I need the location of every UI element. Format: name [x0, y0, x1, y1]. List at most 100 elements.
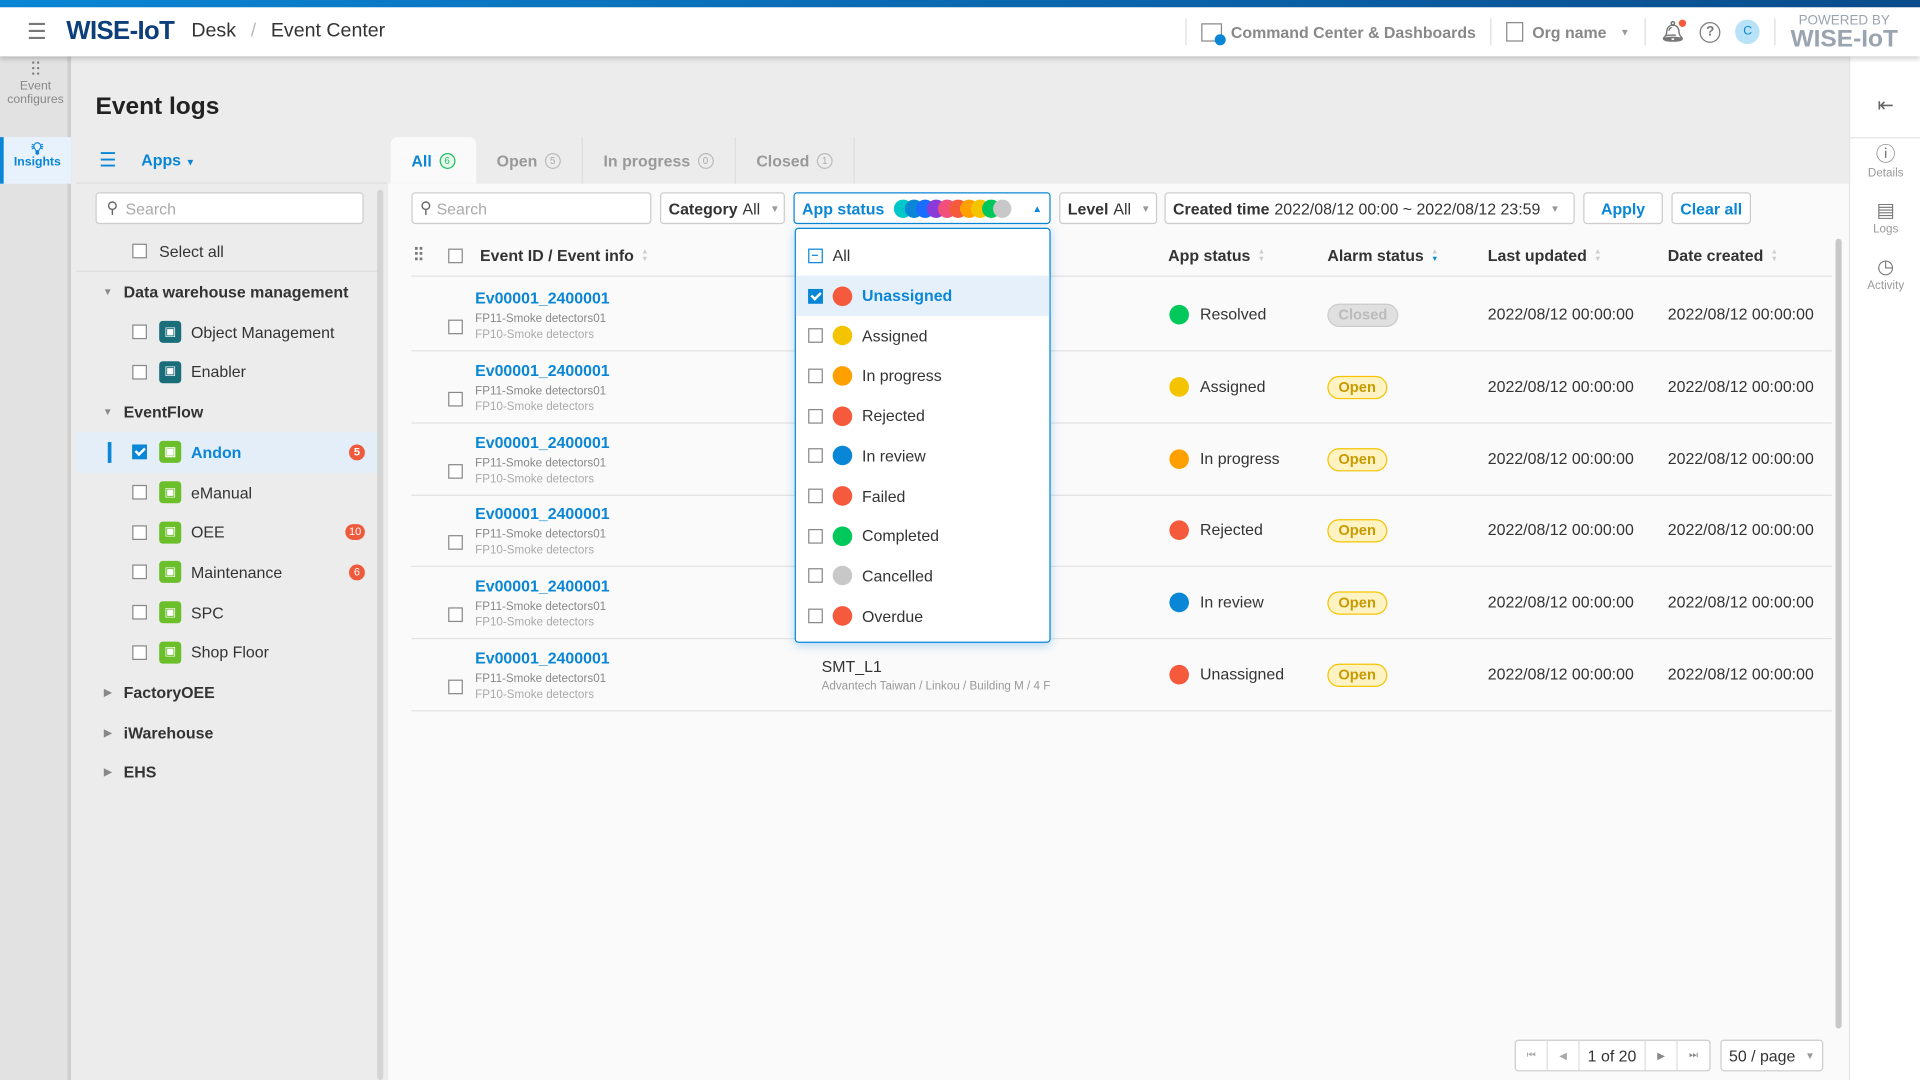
- option-checkbox[interactable]: [808, 528, 823, 544]
- col-alarm-status[interactable]: Alarm status ▲ ▼: [1327, 235, 1438, 275]
- last-page-button[interactable]: ⏭: [1678, 1041, 1710, 1070]
- table-row[interactable]: Ev00001_2400001 FP11-Smoke detectors01 FP1…: [411, 495, 1832, 568]
- app-checkbox[interactable]: [132, 484, 147, 500]
- table-row[interactable]: Ev00001_2400001 FP11-Smoke detectors01 FP1…: [411, 279, 1832, 352]
- list-icon[interactable]: ☰: [99, 148, 117, 172]
- dropdown-option[interactable]: Failed: [796, 476, 1049, 516]
- org-selector[interactable]: Org name ▼: [1506, 22, 1630, 42]
- dropdown-option[interactable]: Cancelled: [796, 556, 1049, 596]
- row-checkbox[interactable]: [448, 607, 463, 623]
- rail-logs[interactable]: ▤ Logs: [1850, 201, 1920, 237]
- event-id-link[interactable]: Ev00001_2400001: [475, 433, 610, 451]
- rail-activity[interactable]: ◷ Activity: [1850, 257, 1920, 293]
- dropdown-option[interactable]: Completed: [796, 516, 1049, 556]
- tree-item[interactable]: ▣ Object Management: [76, 312, 377, 352]
- option-checkbox[interactable]: [808, 408, 823, 424]
- category-filter[interactable]: Category All ▼: [660, 192, 785, 225]
- dropdown-option[interactable]: Overdue: [796, 596, 1049, 636]
- select-all-checkbox[interactable]: [132, 243, 147, 259]
- event-id-link[interactable]: Ev00001_2400001: [475, 505, 610, 523]
- dropdown-option[interactable]: In review: [796, 436, 1049, 476]
- tab-all[interactable]: All 6: [390, 137, 476, 184]
- app-checkbox[interactable]: [132, 524, 147, 540]
- event-id-link[interactable]: Ev00001_2400001: [475, 649, 610, 667]
- option-checkbox[interactable]: [808, 568, 823, 584]
- clear-all-button[interactable]: Clear all: [1671, 192, 1752, 225]
- tree-item[interactable]: ▣ eManual: [76, 472, 377, 512]
- option-checkbox[interactable]: [808, 488, 823, 504]
- app-checkbox[interactable]: [132, 364, 147, 380]
- apps-scrollbar[interactable]: [377, 189, 384, 1080]
- apps-search-input[interactable]: ⚲ Search: [95, 192, 364, 225]
- caret-right-icon[interactable]: ▶: [92, 767, 124, 778]
- first-page-button[interactable]: ⏮: [1516, 1040, 1548, 1071]
- event-id-link[interactable]: Ev00001_2400001: [475, 289, 610, 307]
- row-checkbox[interactable]: [448, 679, 463, 695]
- event-id-link[interactable]: Ev00001_2400001: [475, 361, 610, 379]
- tab-open[interactable]: Open 5: [476, 137, 583, 184]
- rail-details[interactable]: ⓘ Details: [1850, 144, 1920, 180]
- rail-insights[interactable]: 💡︎ Insights: [0, 137, 72, 184]
- help-icon[interactable]: ?: [1699, 21, 1721, 43]
- apps-dropdown[interactable]: Apps ▼: [141, 151, 195, 169]
- row-checkbox[interactable]: [448, 319, 463, 335]
- app-checkbox[interactable]: [132, 564, 147, 580]
- col-last-updated[interactable]: Last updated ▲ ▼: [1488, 235, 1602, 275]
- tab-closed[interactable]: Closed 1: [735, 137, 855, 184]
- app-checkbox[interactable]: [132, 444, 147, 460]
- option-checkbox[interactable]: [808, 368, 823, 384]
- prev-page-button[interactable]: ◀: [1548, 1040, 1580, 1071]
- menu-icon[interactable]: ☰: [27, 19, 47, 45]
- caret-down-icon[interactable]: ▼: [92, 287, 124, 298]
- select-all-rows-checkbox[interactable]: [448, 247, 463, 263]
- row-checkbox[interactable]: [448, 463, 463, 479]
- option-checkbox[interactable]: [808, 328, 823, 344]
- table-scrollbar[interactable]: [1835, 238, 1842, 1029]
- select-all-row[interactable]: Select all: [75, 231, 378, 272]
- tree-item[interactable]: ▣ Maintenance 6: [76, 552, 377, 592]
- option-checkbox[interactable]: [808, 288, 823, 304]
- table-row[interactable]: Ev00001_2400001 FP11-Smoke detectors01 FP1…: [411, 351, 1832, 424]
- tree-item[interactable]: ▣ OEE 10: [76, 512, 377, 552]
- app-checkbox[interactable]: [132, 324, 147, 340]
- breadcrumb-desk[interactable]: Desk: [191, 21, 236, 43]
- table-row[interactable]: Ev00001_2400001 FP11-Smoke detectors01 FP1…: [411, 423, 1832, 496]
- tree-group[interactable]: ▶ FactoryOEE: [76, 672, 377, 712]
- avatar[interactable]: C: [1735, 19, 1760, 45]
- caret-down-icon[interactable]: ▼: [92, 407, 124, 418]
- column-settings-icon[interactable]: ⫶⫶: [414, 235, 423, 275]
- event-search-input[interactable]: ⚲ Search: [411, 192, 652, 225]
- row-checkbox[interactable]: [448, 391, 463, 407]
- bell-icon[interactable]: 🔔︎: [1660, 19, 1687, 44]
- col-date-created[interactable]: Date created ▲ ▼: [1668, 235, 1778, 275]
- sort-icon[interactable]: ▲ ▼: [641, 248, 648, 263]
- next-page-button[interactable]: ▶: [1646, 1040, 1678, 1071]
- level-filter[interactable]: Level All ▼: [1059, 192, 1158, 225]
- rail-event-configures[interactable]: ⫶⫶ Event configures: [0, 61, 71, 107]
- tab-in-progress[interactable]: In progress 0: [583, 137, 736, 184]
- dropdown-option[interactable]: Unassigned: [795, 275, 1050, 316]
- command-center-link[interactable]: Command Center & Dashboards: [1201, 22, 1476, 45]
- row-checkbox[interactable]: [448, 535, 463, 551]
- dropdown-option[interactable]: Rejected: [796, 396, 1049, 436]
- col-app-status[interactable]: App status ▲ ▼: [1168, 235, 1265, 275]
- tree-item[interactable]: ▣ Andon 5: [75, 431, 378, 473]
- tree-group[interactable]: ▶ EHS: [76, 752, 377, 792]
- tree-item[interactable]: ▣ SPC: [76, 592, 377, 632]
- table-row[interactable]: Ev00001_2400001 FP11-Smoke detectors01 FP1…: [411, 639, 1832, 712]
- tree-item[interactable]: ▣ Enabler: [76, 352, 377, 392]
- option-checkbox[interactable]: [808, 608, 823, 624]
- option-checkbox[interactable]: [808, 448, 823, 464]
- dropdown-option[interactable]: Assigned: [796, 316, 1049, 356]
- tree-group[interactable]: ▼ Data warehouse management: [76, 272, 377, 312]
- apply-button[interactable]: Apply: [1583, 192, 1663, 225]
- tree-group[interactable]: ▶ iWarehouse: [76, 712, 377, 752]
- caret-right-icon[interactable]: ▶: [92, 687, 124, 698]
- indeterminate-checkbox[interactable]: [808, 247, 823, 263]
- collapse-panel-icon[interactable]: ⇤: [1850, 93, 1920, 117]
- created-time-filter[interactable]: Created time 2022/08/12 00:00 ~ 2022/08/1…: [1164, 192, 1575, 225]
- event-id-link[interactable]: Ev00001_2400001: [475, 577, 610, 595]
- dropdown-option-all[interactable]: All: [796, 235, 1049, 275]
- tree-item[interactable]: ▣ Shop Floor: [76, 632, 377, 672]
- caret-right-icon[interactable]: ▶: [92, 727, 124, 738]
